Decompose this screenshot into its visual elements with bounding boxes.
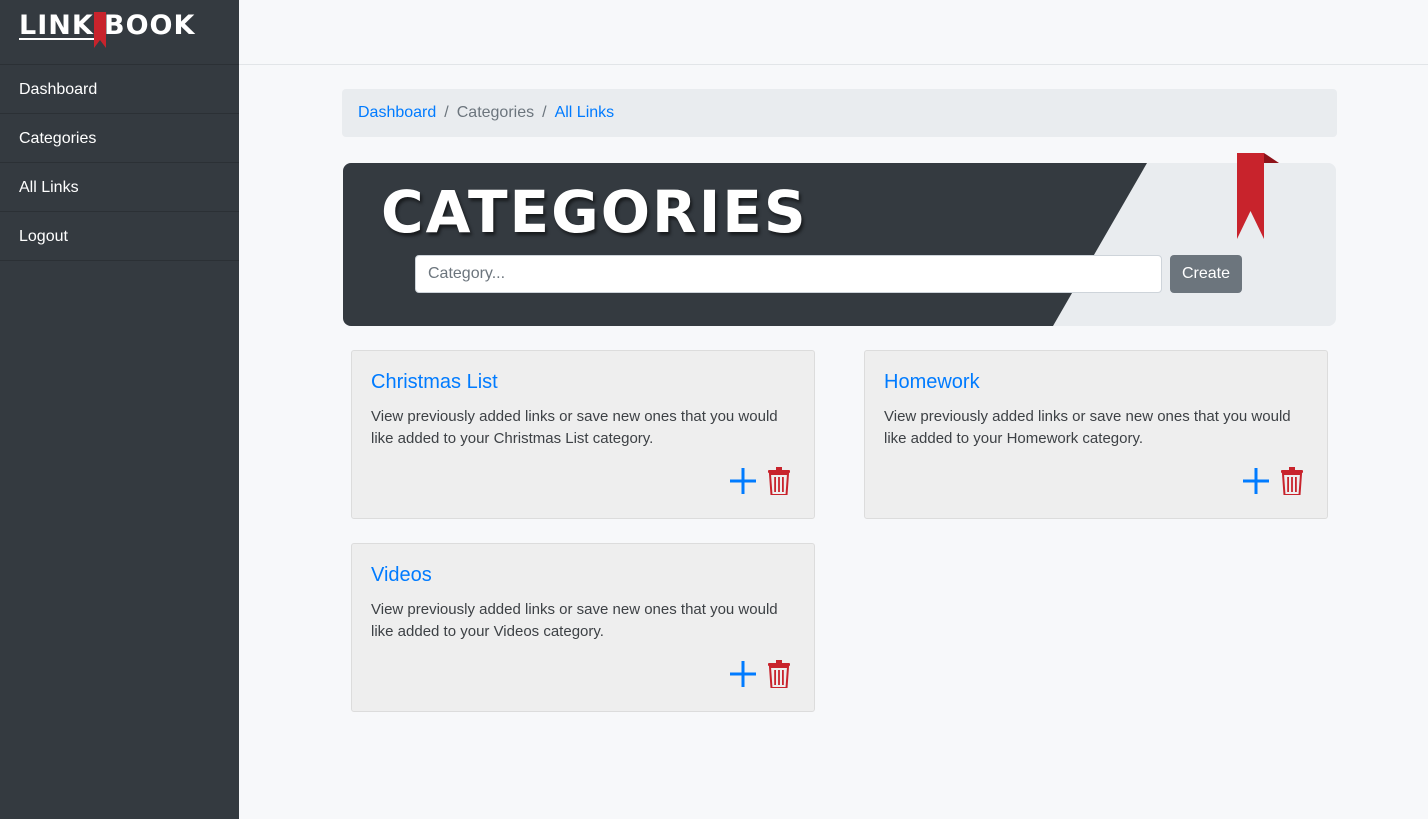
sidebar-item-logout[interactable]: Logout [0,212,239,261]
breadcrumb-categories: Categories [456,104,535,121]
logo-text-book: BOOK [104,10,196,41]
card-actions [730,467,790,496]
sidebar: LINK BOOK Dashboard Categories All Links… [0,0,239,819]
card-description: View previously added links or save new … [884,408,1291,447]
trash-icon[interactable] [1281,467,1303,496]
sidebar-item-categories[interactable]: Categories [0,114,239,163]
sidebar-item-dashboard[interactable]: Dashboard [0,65,239,114]
category-name-input[interactable] [415,255,1162,293]
bookmark-ribbon-icon [94,12,106,48]
app-root: LINK BOOK Dashboard Categories All Links… [0,0,1428,819]
category-card: Videos View previously added links or sa… [351,543,815,712]
breadcrumb-separator: / [444,104,449,121]
plus-icon[interactable] [730,661,756,687]
card-actions [1243,467,1303,496]
card-description: View previously added links or save new … [371,601,778,640]
trash-icon[interactable] [768,467,790,496]
breadcrumb-dashboard[interactable]: Dashboard [358,104,436,122]
page-title: CATEGORIES [381,178,808,246]
card-actions [730,660,790,689]
card-description: View previously added links or save new … [371,408,778,447]
create-category-button[interactable]: Create [1170,255,1242,293]
top-bar [239,0,1428,65]
logo-underline [19,38,99,40]
card-title[interactable]: Christmas List [371,370,795,394]
sidebar-item-all-links[interactable]: All Links [0,163,239,212]
sidebar-nav: Dashboard Categories All Links Logout [0,65,239,261]
category-card: Christmas List View previously added lin… [351,350,815,519]
bookmark-ribbon-icon [1237,153,1279,239]
card-title[interactable]: Homework [884,370,1308,394]
breadcrumb: Dashboard / Categories / All Links [342,89,1337,137]
plus-icon[interactable] [730,468,756,494]
breadcrumb-all-links[interactable]: All Links [555,104,615,122]
categories-hero: CATEGORIES Create [343,163,1336,326]
breadcrumb-separator: / [542,104,547,121]
card-title[interactable]: Videos [371,563,795,587]
logo[interactable]: LINK BOOK [0,0,239,65]
category-card: Homework View previously added links or … [864,350,1328,519]
plus-icon[interactable] [1243,468,1269,494]
trash-icon[interactable] [768,660,790,689]
